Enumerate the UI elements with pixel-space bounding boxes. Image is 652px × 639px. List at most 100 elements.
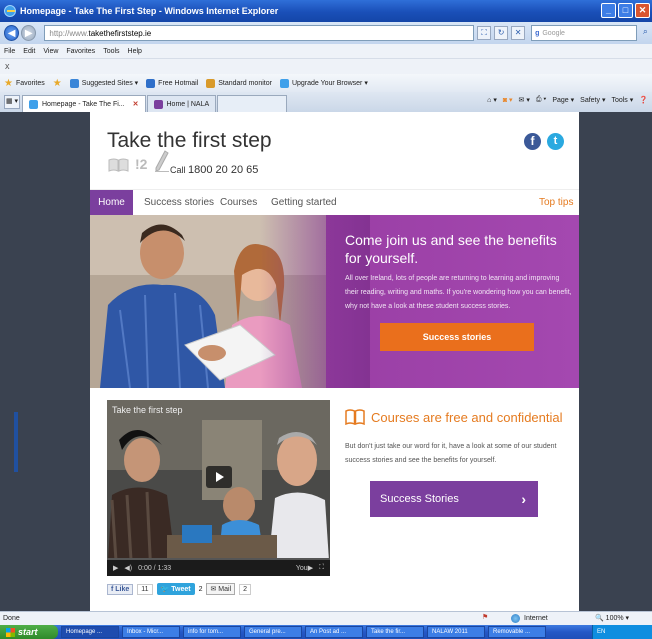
facebook-like-button[interactable]: f Like (107, 583, 134, 595)
taskbar-item[interactable]: General pre... (244, 626, 302, 638)
favorite-label: Upgrade Your Browser ▾ (291, 80, 368, 87)
video-time: 0:00 / 1:33 (138, 564, 172, 572)
favorite-upgrade-browser[interactable]: Upgrade Your Browser ▾ (279, 78, 368, 88)
tab-bar: ▦ ▾ Homepage - Take The Fi... ✕ Home | N… (0, 92, 652, 112)
favorite-free-hotmail[interactable]: Free Hotmail (146, 78, 199, 88)
menu-view[interactable]: View (43, 48, 58, 55)
taskbar-item[interactable]: Take the fir... (366, 626, 424, 638)
twitter-icon[interactable]: t (547, 133, 564, 150)
safety-menu[interactable]: Safety ▾ (580, 96, 605, 104)
menu-bar: File Edit View Favorites Tools Help (0, 44, 652, 58)
favorite-label: Standard monitor (218, 79, 272, 87)
browser-title-bar: Homepage - Take The First Step - Windows… (0, 0, 652, 22)
nav-getting-started[interactable]: Getting started (271, 190, 337, 216)
taskbar-item[interactable]: Inbox - Micr... (122, 626, 180, 638)
print-icon[interactable]: ⎙ ▾ (536, 96, 547, 104)
play-icon[interactable] (206, 466, 232, 488)
compatibility-icon[interactable]: ⛶ (477, 26, 492, 40)
favorites-button[interactable]: ★ Favorites (4, 78, 45, 89)
menu-edit[interactable]: Edit (23, 48, 35, 55)
menu-favorites[interactable]: Favorites (66, 48, 95, 55)
taskbar-item[interactable]: info for tom... (183, 626, 241, 638)
favorites-label: Favorites (15, 79, 45, 87)
tools-menu[interactable]: Tools ▾ (611, 96, 633, 104)
system-tray: EN (592, 625, 652, 639)
home-icon[interactable]: ⌂ ▾ (487, 96, 497, 104)
mail-label: Mail (218, 586, 232, 593)
help-icon[interactable]: ❓ (639, 96, 648, 104)
security-zone: Internet (511, 614, 548, 623)
forward-button[interactable]: ▶ (21, 25, 37, 41)
play-small-icon[interactable]: ▶ (113, 564, 118, 572)
feeds-icon[interactable]: ◙ ▾ (503, 96, 513, 104)
search-icon[interactable]: ⌕ (639, 26, 652, 40)
favorite-label: Free Hotmail (158, 79, 199, 87)
taskbar-item[interactable]: Removable ... (488, 626, 546, 638)
windows-logo-icon (6, 627, 15, 637)
taskbar-item[interactable]: Homepage ... (61, 626, 119, 638)
maximize-button[interactable]: □ (618, 3, 633, 18)
start-button[interactable]: start (0, 625, 58, 639)
status-bar: Done ⚑ Internet 🔍 100% ▾ (0, 611, 652, 625)
site-navigation: Home Success stories Courses Getting sta… (90, 189, 579, 216)
windows-taskbar: start Homepage ... Inbox - Micr... info … (0, 625, 652, 639)
phone-number[interactable]: 1800 20 20 65 (188, 164, 258, 176)
quick-tabs-button[interactable]: ▦ ▾ (4, 95, 20, 109)
close-tab-icon[interactable]: ✕ (133, 100, 139, 108)
minimize-button[interactable]: _ (601, 3, 616, 18)
close-window-button[interactable]: ✕ (635, 3, 650, 18)
tweet-count: 2 (198, 585, 203, 593)
success-stories-cta-button[interactable]: Success Stories › (370, 481, 538, 517)
favorite-suggested-sites[interactable]: Suggested Sites ▾ (69, 78, 139, 88)
tab-label: Home | NALA (166, 100, 210, 108)
globe-icon (511, 614, 520, 623)
video-player[interactable]: Take the first step ▶ ◀) 0:00 / 1:33 You… (107, 400, 330, 576)
success-stories-button[interactable]: Success stories (380, 323, 534, 351)
courses-heading: Courses are free and confidential (371, 410, 563, 425)
taskbar-item[interactable]: An Post ad ... (305, 626, 363, 638)
monitor-icon (206, 78, 216, 88)
internet-explorer-icon (4, 5, 16, 17)
nav-courses[interactable]: Courses (220, 190, 257, 216)
address-field[interactable]: http://www. takethefirststep.ie (44, 25, 475, 41)
video-title: Take the first step (112, 405, 183, 415)
status-text: Done (3, 615, 20, 622)
site-title[interactable]: Take the first step (107, 129, 272, 153)
protected-mode-icon: ⚑ (482, 614, 489, 621)
language-indicator[interactable]: EN (597, 629, 605, 635)
add-favorite-button[interactable]: ★ (53, 78, 62, 89)
close-toolbar-button[interactable]: x (5, 61, 10, 71)
taskbar-item[interactable]: NALAW 2011 (427, 626, 485, 638)
stop-icon[interactable]: ✕ (511, 26, 526, 40)
mail-icon[interactable]: ✉ ▾ (519, 96, 530, 104)
numbers-icon: !2 (135, 156, 148, 172)
page-menu[interactable]: Page ▾ (552, 96, 574, 104)
window-title: Homepage - Take The First Step - Windows… (20, 6, 279, 16)
nav-success-stories[interactable]: Success stories (144, 190, 214, 216)
volume-icon[interactable]: ◀) (124, 564, 132, 572)
favorite-standard-monitor[interactable]: Standard monitor (206, 78, 272, 88)
menu-file[interactable]: File (4, 48, 15, 55)
fullscreen-icon[interactable]: ⛶ (319, 564, 324, 572)
tab-nala[interactable]: Home | NALA (146, 95, 217, 112)
menu-tools[interactable]: Tools (103, 48, 119, 55)
back-button[interactable]: ◀ (4, 25, 20, 41)
refresh-icon[interactable]: ↻ (494, 26, 509, 40)
zoom-level[interactable]: 🔍 100% ▾ (595, 614, 629, 622)
social-share-bar: f Like 11 🐦 Tweet 2 ✉ Mail 2 (107, 583, 252, 595)
book-icon (345, 409, 365, 425)
nav-home[interactable]: Home (90, 190, 133, 216)
facebook-icon[interactable]: f (524, 133, 541, 150)
search-input[interactable]: g Google (531, 25, 637, 41)
favorite-label: Suggested Sites ▾ (81, 80, 139, 87)
youtube-icon[interactable]: You▶ (296, 564, 313, 572)
hero-text: All over Ireland, lots of people are ret… (345, 275, 572, 310)
video-frame (107, 400, 330, 576)
tab-homepage[interactable]: Homepage - Take The Fi... ✕ (22, 95, 146, 112)
tweet-button[interactable]: 🐦 Tweet (156, 583, 195, 595)
nav-top-tips[interactable]: Top tips (539, 190, 573, 216)
new-tab-button[interactable] (217, 95, 288, 112)
menu-help[interactable]: Help (128, 48, 142, 55)
mail-button[interactable]: ✉ Mail (206, 583, 236, 595)
google-icon: g (535, 29, 540, 37)
